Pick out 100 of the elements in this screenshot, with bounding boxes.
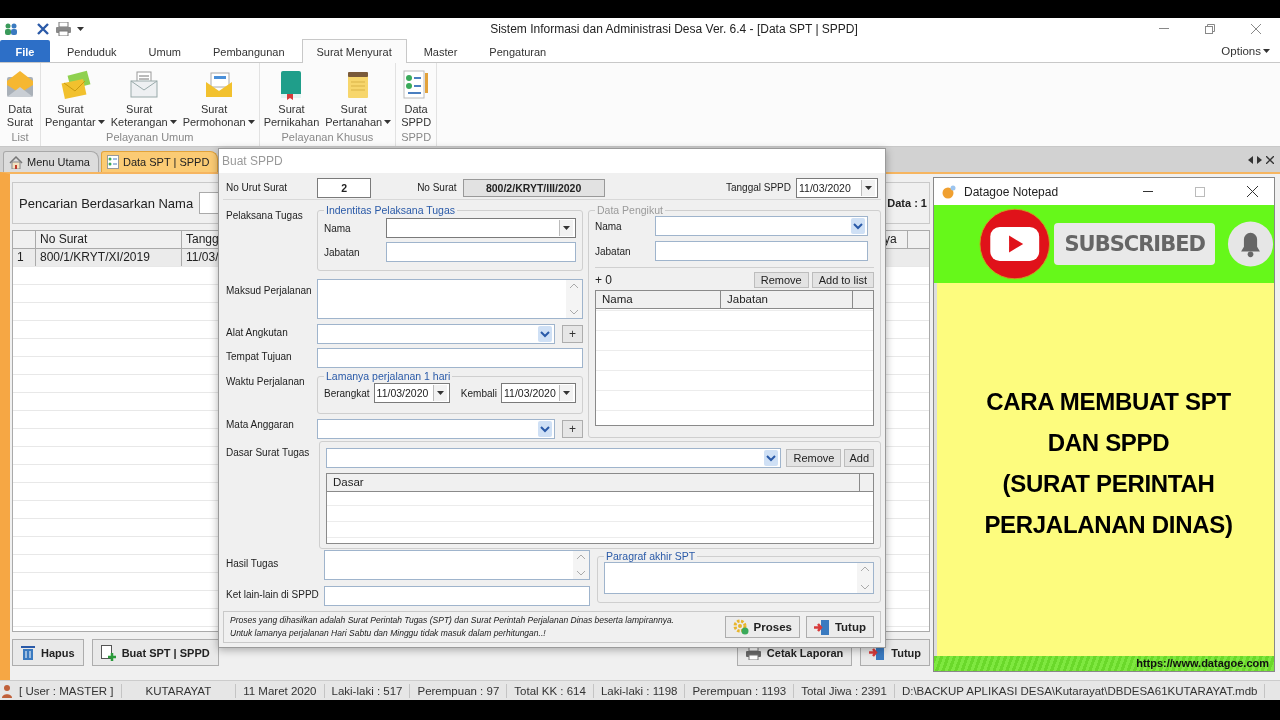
- close-icon[interactable]: [1266, 155, 1274, 164]
- customize-arrow-icon: [77, 27, 84, 31]
- field-label: Jabatan: [324, 246, 361, 258]
- ribbon-button[interactable]: Surat Pertanahan: [323, 65, 394, 131]
- field-label: Hasil Tugas: [225, 557, 280, 571]
- status-text: KUTARAYAT: [121, 683, 237, 698]
- users-icon[interactable]: [4, 23, 18, 35]
- group-title: Data Pengikut: [596, 204, 664, 216]
- document-tab[interactable]: Menu Utama: [3, 151, 99, 172]
- field-label: Jabatan: [595, 245, 632, 257]
- remove-button[interactable]: Remove: [786, 449, 842, 467]
- ribbon-button[interactable]: Surat Pernikahan: [261, 65, 322, 131]
- dropdown-arrow-icon: [97, 120, 105, 124]
- dropdown-field[interactable]: [317, 324, 555, 344]
- column-header[interactable]: No Surat: [36, 231, 182, 248]
- field-label: Kembali: [460, 387, 497, 399]
- dropdown-arrow-icon: [563, 226, 570, 230]
- play-logo-icon: [979, 206, 1051, 282]
- note-text: Untuk lamanya perjalanan Hari Sabtu dan Minggu tidak masuk dalam perhitungan..!: [230, 627, 547, 640]
- add-button[interactable]: Add: [844, 449, 874, 467]
- field-label: Nama: [324, 222, 352, 234]
- note-text: Proses yang dihasilkan adalah Surat Perintah Tugas (SPT) dan Surat Perintah Perjalanan Dinas beserta lampirannya.: [230, 614, 675, 627]
- add-button[interactable]: +: [562, 325, 583, 343]
- status-text: Perempuan : 97: [410, 683, 508, 698]
- field-label: Pelaksana Tugas: [225, 209, 304, 223]
- dropdown-field[interactable]: [326, 448, 782, 468]
- printer-icon[interactable]: [56, 22, 71, 36]
- dialog-title: Buat SPPD: [219, 149, 885, 173]
- maximize-icon: [1195, 186, 1205, 197]
- text-field[interactable]: [655, 241, 868, 261]
- ribbon-tab[interactable]: Surat Menyurat: [301, 39, 407, 63]
- group-title: Paragraf akhir SPT: [605, 550, 697, 562]
- text-field[interactable]: [324, 586, 590, 606]
- ribbon-tab[interactable]: Master: [408, 40, 473, 62]
- scroll-right-icon[interactable]: [1257, 155, 1262, 164]
- scroll-up-icon[interactable]: [577, 554, 585, 559]
- add-button[interactable]: +: [562, 420, 583, 438]
- follower-count: + 0: [595, 273, 613, 287]
- book-icon: [281, 71, 302, 100]
- field-label: No Urut Surat: [226, 182, 288, 193]
- group-label: SPPD: [400, 131, 433, 145]
- row-number: 1: [13, 249, 36, 266]
- scroll-down-icon[interactable]: [861, 585, 869, 590]
- group-title: Lamanya perjalanan 1 hari: [325, 370, 452, 382]
- ribbon-button[interactable]: Surat Keterangan: [108, 65, 179, 131]
- document-tab[interactable]: Data SPT | SPPD: [101, 151, 219, 172]
- field-label: Tempat Tujuan: [225, 350, 293, 364]
- create-button[interactable]: Buat SPT | SPPD: [91, 639, 219, 666]
- text-field[interactable]: [386, 242, 576, 262]
- dropdown-arrow-icon: [169, 120, 177, 124]
- process-button[interactable]: Proses: [724, 616, 800, 638]
- ribbon-tab[interactable]: Umum: [133, 40, 196, 62]
- status-text: 11 Maret 2020: [236, 683, 325, 698]
- field-label: Nama: [595, 220, 623, 232]
- text-area[interactable]: [317, 279, 583, 319]
- text-area[interactable]: [324, 550, 590, 580]
- scroll-up-icon[interactable]: [570, 283, 578, 288]
- ribbon-button[interactable]: Data Surat: [2, 65, 38, 131]
- date-field[interactable]: 11/03/2020: [373, 383, 450, 403]
- field-label: No Surat: [417, 182, 457, 193]
- subscribed-button[interactable]: SUBSCRIBED: [1054, 223, 1215, 265]
- add-document-icon: [100, 644, 116, 661]
- window-title: Sistem Informasi dan Administrasi Desa Ver. 6.4 - [Data SPT | SPPD]: [489, 22, 859, 36]
- date-field[interactable]: 11/03/2020: [796, 177, 878, 198]
- group-label: Pelayanan Umum: [105, 131, 195, 145]
- restore-icon[interactable]: [1205, 24, 1215, 34]
- options-menu[interactable]: Options: [1215, 44, 1276, 58]
- file-menu-tab[interactable]: File: [0, 40, 50, 62]
- ribbon-tab[interactable]: Pengaturan: [474, 40, 562, 62]
- ribbon-button[interactable]: Surat Permohonan: [180, 65, 257, 131]
- date-field[interactable]: 11/03/2020: [501, 383, 576, 403]
- delete-button[interactable]: Hapus: [12, 639, 84, 666]
- number-field[interactable]: 2: [317, 177, 372, 198]
- text-field[interactable]: [317, 348, 583, 368]
- ribbon-tab[interactable]: Pembangunan: [197, 40, 300, 62]
- scroll-left-icon[interactable]: [1248, 155, 1253, 164]
- checklist-icon: [403, 70, 429, 99]
- field-label: Dasar Surat Tugas: [225, 446, 311, 460]
- bell-icon[interactable]: [1226, 219, 1274, 269]
- scroll-up-icon[interactable]: [861, 566, 869, 571]
- status-text: D:\BACKUP APLIKASI DESA\Kutarayat\DBDESA61KUTARAYAT.mdb: [894, 683, 1266, 698]
- text-area[interactable]: [604, 562, 874, 594]
- dropdown-field[interactable]: [655, 216, 868, 236]
- dropdown-field[interactable]: [317, 419, 555, 439]
- note-text: CARA MEMBUAT SPT DAN SPPD (SURAT PERINTAH PERJALANAN DINAS): [983, 386, 1233, 540]
- dropdown-field[interactable]: [386, 218, 576, 238]
- scroll-down-icon[interactable]: [570, 310, 578, 315]
- ribbon-tab[interactable]: Penduduk: [52, 40, 132, 62]
- exit-icon: [813, 619, 830, 635]
- close-icon[interactable]: [1246, 186, 1258, 197]
- ribbon-button[interactable]: Data SPPD: [398, 65, 435, 131]
- dropdown-arrow-icon: [1263, 49, 1270, 53]
- envelope-icon: [7, 71, 33, 97]
- group-label: Pelayanan Khusus: [280, 131, 375, 145]
- open-envelope-icon: [205, 72, 232, 97]
- scroll-down-icon[interactable]: [577, 571, 585, 576]
- minimize-icon[interactable]: [1159, 28, 1169, 30]
- ribbon-button[interactable]: Surat Pengantar: [43, 65, 107, 131]
- close-button[interactable]: Tutup: [805, 616, 874, 638]
- field-label: Tanggal SPPD: [725, 182, 791, 193]
